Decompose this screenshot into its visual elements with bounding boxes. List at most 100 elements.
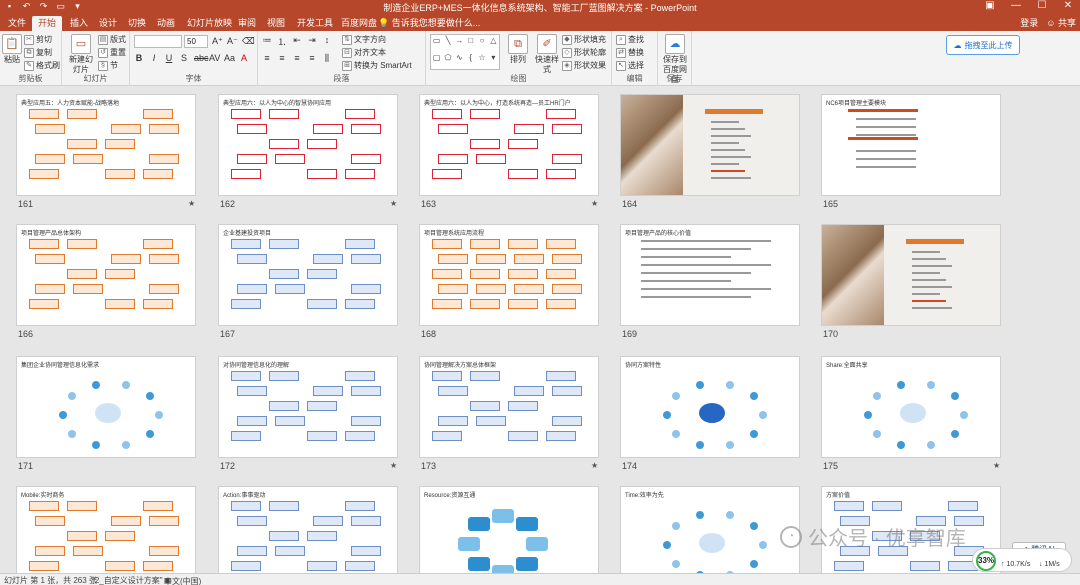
rect-shape-icon[interactable]: □ (465, 35, 476, 52)
rounded-rect-shape-icon[interactable]: ▢ (431, 52, 442, 69)
align-left-icon[interactable]: ≡ (262, 53, 272, 64)
underline-icon[interactable]: U (164, 53, 174, 63)
decrease-indent-icon[interactable]: ⇤ (292, 35, 302, 48)
slide-thumbnail[interactable]: 项目管理产品的核心价值 (620, 224, 800, 326)
slide-thumbnail[interactable]: NC6项目管理主要模块 (821, 94, 1001, 196)
find-button[interactable]: ⌕ 查找 (616, 34, 644, 45)
increase-indent-icon[interactable]: ⇥ (307, 35, 317, 48)
network-meter[interactable]: 33% ↑ 10.7K/s ↓ 1M/s (972, 548, 1072, 572)
align-text-button[interactable]: ⊟ 对齐文本 (342, 47, 386, 58)
line-shape-icon[interactable]: ╲ (442, 35, 453, 52)
clear-format-icon[interactable]: ⌫ (242, 36, 255, 47)
tab-transitions[interactable]: 切换 (122, 16, 152, 31)
tab-insert[interactable]: 插入 (64, 16, 94, 31)
numbering-icon[interactable]: ⒈ (277, 35, 287, 48)
slide-thumbnail[interactable] (821, 224, 1001, 326)
justify-icon[interactable]: ≡ (307, 53, 317, 64)
curve-shape-icon[interactable]: ∿ (454, 52, 465, 69)
shape-outline-button[interactable]: ◇ 形状轮廓 (562, 47, 606, 58)
slide-thumbnail[interactable]: 企业基建投资项目 (218, 224, 398, 326)
align-right-icon[interactable]: ≡ (292, 53, 302, 64)
grow-font-icon[interactable]: A⁺ (212, 36, 223, 47)
new-slide-button[interactable]: ▭ 新建幻灯片 (66, 34, 96, 75)
tab-design[interactable]: 设计 (93, 16, 123, 31)
slide-thumbnail[interactable]: Time:效率为先 (620, 486, 800, 573)
shape-fill-button[interactable]: ◆ 形状填充 (562, 34, 606, 45)
animation-star-icon[interactable]: ★ (591, 461, 598, 470)
cut-button[interactable]: ✂ 剪切 (24, 34, 52, 45)
align-center-icon[interactable]: ≡ (277, 53, 287, 64)
section-button[interactable]: § 节 (98, 60, 118, 71)
text-direction-button[interactable]: ⇅ 文字方向 (342, 34, 386, 45)
oval-shape-icon[interactable]: ○ (476, 35, 487, 52)
slide-thumbnail[interactable]: 对协同管理信息化的理解 (218, 356, 398, 458)
slide-thumbnail[interactable]: Resource:资源互通 (419, 486, 599, 573)
tell-me-search[interactable]: 💡 告诉我您想要做什么... (378, 16, 480, 31)
select-button[interactable]: ↖ 选择 (616, 60, 644, 71)
share-button[interactable]: ☺ 共享 (1046, 16, 1076, 31)
spacing-icon[interactable]: AV (209, 53, 220, 63)
tab-baidu-netdisk[interactable]: 百度网盘 (335, 16, 383, 31)
pentagon-shape-icon[interactable]: ⬠ (442, 52, 453, 69)
bullets-icon[interactable]: ≔ (262, 35, 272, 48)
slide-thumbnail[interactable]: 项目管理产品总体架构 (16, 224, 196, 326)
triangle-shape-icon[interactable]: △ (488, 35, 499, 52)
font-color-icon[interactable]: A (239, 53, 249, 63)
login-link[interactable]: 登录 (1020, 16, 1038, 31)
tab-file[interactable]: 文件 (2, 16, 32, 31)
close-icon[interactable]: ✕ (1060, 0, 1076, 11)
slide-thumbnail[interactable]: 典型应用五：人力资本赋能-战略落地 (16, 94, 196, 196)
line-spacing-icon[interactable]: ↕ (322, 35, 332, 48)
italic-icon[interactable]: I (149, 53, 159, 63)
textbox-shape-icon[interactable]: ▭ (431, 35, 442, 52)
animation-star-icon[interactable]: ★ (188, 199, 195, 208)
paste-button[interactable]: 📋 粘贴 (2, 34, 22, 65)
bold-icon[interactable]: B (134, 53, 144, 63)
slide-thumbnail[interactable] (620, 94, 800, 196)
ribbon-display-icon[interactable]: ▣ (982, 0, 998, 11)
drag-upload-button[interactable]: ☁ 拖拽至此上传 (946, 35, 1020, 55)
tab-slideshow[interactable]: 幻灯片放映 (181, 16, 238, 31)
brace-shape-icon[interactable]: { (465, 52, 476, 69)
columns-icon[interactable]: ⫼ (322, 53, 332, 64)
slide-thumbnail[interactable]: 典型应用六：以人为中心的智慧协同应用 (218, 94, 398, 196)
slide-thumbnail[interactable]: Action:事事驱动 (218, 486, 398, 573)
animation-star-icon[interactable]: ★ (591, 199, 598, 208)
animation-star-icon[interactable]: ★ (390, 199, 397, 208)
replace-button[interactable]: ⇄ 替换 (616, 47, 644, 58)
arrange-button[interactable]: ⧉ 排列 (506, 34, 530, 65)
slide-thumbnail[interactable]: 协同方案特性 (620, 356, 800, 458)
arrow-shape-icon[interactable]: → (454, 35, 465, 52)
tab-view[interactable]: 视图 (261, 16, 291, 31)
slide-thumbnail[interactable]: 典型应用六：以人为中心，打造系统再造—员工HR门户 (419, 94, 599, 196)
reset-button[interactable]: ↺ 重置 (98, 47, 126, 58)
tab-review[interactable]: 审阅 (232, 16, 262, 31)
shape-effects-button[interactable]: ◈ 形状效果 (562, 60, 606, 71)
slide-thumbnail[interactable]: Share:全面共享 (821, 356, 1001, 458)
smartart-button[interactable]: ⊞ 转换为 SmartArt (342, 60, 412, 71)
strikethrough-icon[interactable]: abc (194, 53, 209, 63)
maximize-icon[interactable]: ☐ (1034, 0, 1050, 11)
animation-star-icon[interactable]: ★ (993, 461, 1000, 470)
slide-thumbnail[interactable]: Mobile:实时商务 (16, 486, 196, 573)
tab-developer[interactable]: 开发工具 (291, 16, 339, 31)
shapes-gallery[interactable]: ▭ ╲ → □ ○ △ ▢ ⬠ ∿{☆ ▾ (430, 34, 500, 70)
quick-styles-button[interactable]: ✐ 快速样式 (532, 34, 562, 75)
font-name-box[interactable] (134, 35, 182, 48)
tab-animations[interactable]: 动画 (151, 16, 181, 31)
star-shape-icon[interactable]: ☆ (476, 52, 487, 69)
layout-button[interactable]: ▤ 版式 (98, 34, 126, 45)
animation-star-icon[interactable]: ★ (390, 461, 397, 470)
tab-home[interactable]: 开始 (32, 16, 63, 31)
font-size-box[interactable]: 50 (184, 35, 208, 48)
change-case-icon[interactable]: Aa (224, 53, 235, 63)
shadow-icon[interactable]: S (179, 53, 189, 63)
slide-thumbnail[interactable]: 协同管理解决方案总体框架 (419, 356, 599, 458)
minimize-icon[interactable]: — (1008, 0, 1024, 11)
slide-thumbnail[interactable]: 项目管理系统应用流程 (419, 224, 599, 326)
shrink-font-icon[interactable]: A⁻ (227, 36, 238, 47)
copy-button[interactable]: ⧉ 复制 (24, 47, 52, 58)
more-shapes-icon[interactable]: ▾ (488, 52, 499, 69)
format-painter-button[interactable]: ✎ 格式刷 (24, 60, 60, 71)
slide-thumbnail[interactable]: 集团企业协同管理信息化需求 (16, 356, 196, 458)
